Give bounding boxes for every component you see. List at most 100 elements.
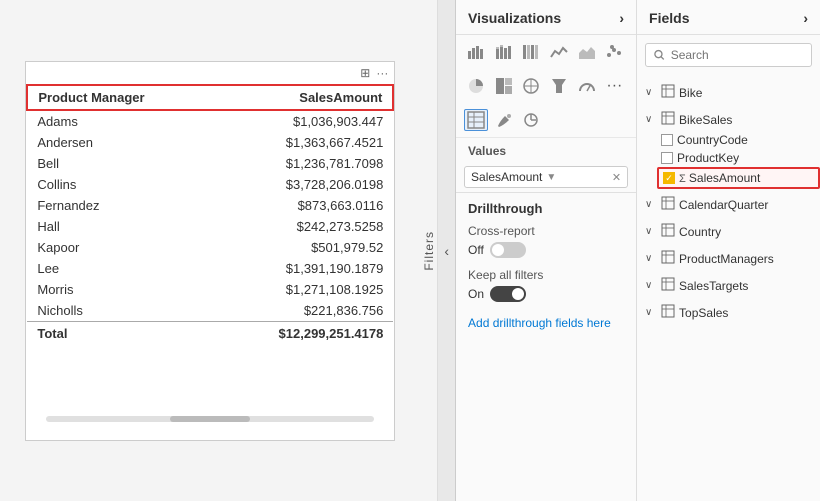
filters-label: Filters [422, 231, 436, 271]
cell-manager: Morris [27, 279, 212, 300]
field-item-productkey[interactable]: ProductKey [657, 149, 820, 167]
field-category: ∨ SalesTargets [637, 272, 820, 299]
field-category-header-calendarquarter[interactable]: ∨CalendarQuarter [637, 193, 820, 216]
field-table-icon [661, 196, 675, 213]
field-category-header-productmanagers[interactable]: ∨ ProductManagers [637, 247, 820, 270]
viz-pie-chart-icon[interactable] [464, 75, 488, 97]
cell-manager: Fernandez [27, 195, 212, 216]
viz-collapse-button[interactable]: ‹ [438, 0, 456, 501]
field-category: ∨TopSales [637, 299, 820, 326]
cell-total-label: Total [27, 321, 212, 344]
chevron-left-icon: ‹ [444, 243, 449, 259]
field-category-name: ProductManagers [679, 252, 774, 266]
field-category-name: SalesTargets [679, 279, 748, 293]
field-table-icon [661, 84, 675, 101]
cell-amount: $221,836.756 [212, 300, 393, 322]
keep-filters-toggle: Keep all filters On [468, 268, 624, 302]
field-item-countrycode[interactable]: CountryCode [657, 131, 820, 149]
cell-manager: Adams [27, 110, 212, 132]
viz-area-chart-icon[interactable] [575, 41, 599, 63]
chevron-icon: ∨ [645, 307, 657, 318]
field-checkbox[interactable] [661, 134, 673, 146]
fields-search-input[interactable] [671, 48, 803, 62]
cell-manager: Collins [27, 174, 212, 195]
table-row: Andersen$1,363,667.4521 [27, 132, 393, 153]
col-header-amount: SalesAmount [212, 85, 393, 110]
viz-map-icon[interactable] [519, 75, 543, 97]
fields-expand-icon[interactable]: › [803, 10, 808, 26]
field-item-salesamount[interactable]: ✓Σ SalesAmount [657, 167, 820, 189]
cross-report-value: Off [468, 243, 484, 257]
table-row: Nicholls$221,836.756 [27, 300, 393, 322]
field-checkbox[interactable] [661, 152, 673, 164]
viz-line-chart-icon[interactable] [547, 41, 571, 63]
table-row: Collins$3,728,206.0198 [27, 174, 393, 195]
viz-more-icon[interactable]: ··· [602, 75, 626, 97]
viz-treemap-icon[interactable] [492, 75, 516, 97]
viz-panel-header: Visualizations › [456, 0, 636, 35]
table-row: Lee$1,391,190.1879 [27, 258, 393, 279]
cross-report-label: Cross-report [468, 224, 624, 238]
field-table-icon [661, 223, 675, 240]
viz-gauge-icon[interactable] [575, 75, 599, 97]
table-scrollbar[interactable] [46, 416, 374, 422]
table-toolbar: ⊞ ··· [26, 62, 394, 84]
field-checkbox[interactable]: ✓ [663, 172, 675, 184]
table-row: Morris$1,271,108.1925 [27, 279, 393, 300]
viz-icons-row1 [456, 35, 636, 69]
values-chip[interactable]: SalesAmount ▼ ✕ [464, 166, 628, 188]
drillthrough-section: Drillthrough Cross-report Off Keep all f… [456, 192, 636, 342]
cell-manager: Kapoor [27, 237, 212, 258]
field-category-header-bikesales[interactable]: ∨BikeSales [637, 108, 820, 131]
sigma-icon: Σ [679, 173, 689, 185]
cross-report-switch[interactable]: Off [468, 242, 624, 258]
field-category-name: Bike [679, 86, 702, 100]
keep-filters-switch[interactable]: On [468, 286, 624, 302]
field-category-header-salestargets[interactable]: ∨ SalesTargets [637, 274, 820, 297]
expand-icon[interactable]: ⊞ [360, 66, 370, 80]
cell-manager: Nicholls [27, 300, 212, 322]
cross-report-knob [492, 244, 504, 256]
viz-expand-icon[interactable]: › [619, 10, 624, 26]
field-category-header-bike[interactable]: ∨ Bike [637, 81, 820, 104]
keep-filters-value: On [468, 287, 484, 301]
viz-bar-chart-icon[interactable] [464, 41, 488, 63]
filters-sidebar[interactable]: Filters [421, 0, 439, 501]
col-header-manager: Product Manager [27, 85, 212, 110]
cell-amount: $1,363,667.4521 [212, 132, 393, 153]
fields-title: Fields [649, 10, 689, 26]
table-row: Bell$1,236,781.7098 [27, 153, 393, 174]
field-category-header-country[interactable]: ∨Country [637, 220, 820, 243]
field-table-icon [661, 277, 675, 294]
fields-list: ∨ Bike ∨BikeSalesCountryCodeProductKey ✓ Σ S… [637, 75, 820, 501]
toggle-row: Cross-report Off Keep all filters On [468, 224, 624, 302]
viz-scatter-icon[interactable] [602, 41, 626, 63]
fields-panel: Fields › ∨Bike∨BikeSalesCountryCodeProdu… [637, 0, 820, 501]
viz-analytics-icon[interactable] [519, 109, 543, 131]
field-table-icon [661, 111, 675, 128]
chevron-icon: ∨ [645, 253, 657, 264]
values-chip-remove[interactable]: ✕ [612, 171, 621, 184]
viz-paintbrush-icon[interactable] [492, 109, 516, 131]
chevron-icon: ∨ [645, 87, 657, 98]
fields-header: Fields › [637, 0, 820, 35]
keep-filters-track[interactable] [490, 286, 526, 302]
more-icon[interactable]: ··· [376, 66, 388, 80]
table-row: Hall$242,273.5258 [27, 216, 393, 237]
cross-report-track[interactable] [490, 242, 526, 258]
field-category-header-topsales[interactable]: ∨TopSales [637, 301, 820, 324]
cell-manager: Bell [27, 153, 212, 174]
cell-amount: $3,728,206.0198 [212, 174, 393, 195]
viz-funnel-icon[interactable] [547, 75, 571, 97]
chevron-icon: ∨ [645, 280, 657, 291]
viz-stacked-bar-icon[interactable] [492, 41, 516, 63]
fields-search-box[interactable] [645, 43, 812, 67]
table-container: ⊞ ··· Product Manager SalesAmount Adams$… [25, 61, 395, 441]
keep-filters-label: Keep all filters [468, 268, 624, 282]
cell-amount: $1,036,903.447 [212, 110, 393, 132]
cell-manager: Andersen [27, 132, 212, 153]
cell-amount: $1,391,190.1879 [212, 258, 393, 279]
viz-table-icon[interactable] [464, 109, 488, 131]
add-drillthrough-button[interactable]: Add drillthrough fields here [468, 312, 624, 334]
viz-100pct-bar-icon[interactable] [519, 41, 543, 63]
